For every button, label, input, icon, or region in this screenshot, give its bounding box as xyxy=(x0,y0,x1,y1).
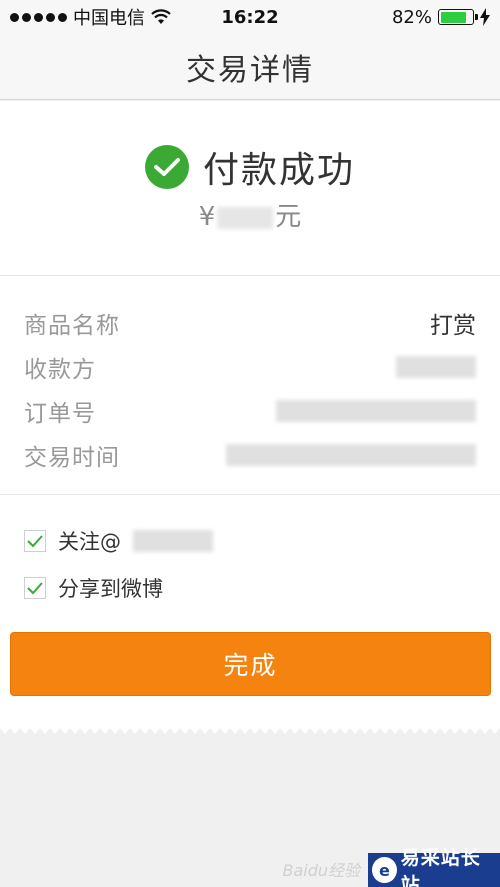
follow-label: 关注@ xyxy=(58,530,121,554)
detail-row-order-number: 订单号 xyxy=(24,391,476,431)
detail-row-payee: 收款方 xyxy=(24,347,476,387)
detail-label: 订单号 xyxy=(24,401,96,427)
brand-name: 易采站长站 xyxy=(400,847,481,887)
battery-icon xyxy=(438,9,478,25)
detail-label: 交易时间 xyxy=(24,445,120,471)
payment-amount: ¥ 元 xyxy=(0,196,500,233)
wifi-icon xyxy=(151,9,171,24)
transaction-card: 付款成功 ¥ 元 商品名称 打赏 收款方 订单号 交易时间 关注@ 分享到微博 完… xyxy=(0,101,500,726)
checkmark-icon xyxy=(27,535,43,548)
status-bar: 中国电信 16:22 82% xyxy=(0,0,500,34)
lightning-icon xyxy=(480,8,490,26)
redacted-account xyxy=(133,530,213,552)
detail-label: 收款方 xyxy=(24,357,96,383)
signal-strength-icon xyxy=(10,12,67,22)
redacted-payee xyxy=(396,356,476,378)
follow-option[interactable]: 关注@ xyxy=(24,526,213,556)
battery-level xyxy=(440,11,466,23)
check-circle-icon xyxy=(144,145,189,189)
payment-status-text: 付款成功 xyxy=(202,150,355,191)
nav-bar: 交易详情 xyxy=(0,34,500,100)
amount-suffix: 元 xyxy=(275,202,302,232)
share-label: 分享到微博 xyxy=(58,577,163,601)
brand-logo-icon: e xyxy=(372,857,397,883)
divider xyxy=(0,494,500,495)
detail-row-product: 商品名称 打赏 xyxy=(24,303,476,343)
receipt-edge xyxy=(0,726,500,734)
battery-percent: 82% xyxy=(391,6,432,28)
page-title: 交易详情 xyxy=(186,52,314,88)
follow-checkbox[interactable] xyxy=(24,530,46,552)
redacted-order-number xyxy=(276,400,476,422)
status-bar-left: 中国电信 xyxy=(10,4,171,30)
detail-value: 打赏 xyxy=(430,313,476,339)
share-option[interactable]: 分享到微博 xyxy=(24,573,163,603)
detail-row-time: 交易时间 xyxy=(24,435,476,475)
redacted-time xyxy=(226,444,476,466)
detail-label: 商品名称 xyxy=(24,313,120,339)
checkmark-icon xyxy=(27,582,43,595)
payment-status: 付款成功 xyxy=(0,141,500,193)
redacted-amount xyxy=(217,206,274,229)
divider xyxy=(0,275,500,276)
currency-symbol: ¥ xyxy=(198,202,216,232)
done-button[interactable]: 完成 xyxy=(10,632,491,696)
status-bar-right: 82% xyxy=(392,7,490,28)
carrier-name: 中国电信 xyxy=(73,8,145,29)
watermark: Baidu经验 xyxy=(282,861,360,880)
share-checkbox[interactable] xyxy=(24,577,46,599)
brand-badge: e 易采站长站 xyxy=(368,847,500,887)
